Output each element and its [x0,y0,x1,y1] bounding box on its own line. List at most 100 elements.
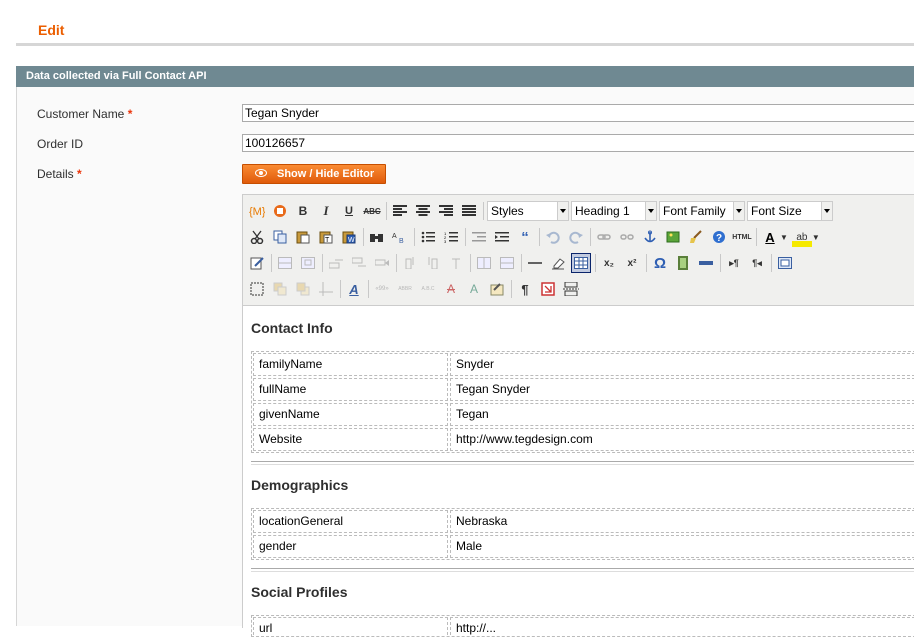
redo-icon[interactable] [566,227,586,247]
align-center-icon[interactable] [413,201,433,221]
delete-row-icon[interactable] [372,253,392,273]
align-right-icon[interactable] [436,201,456,221]
split-cells-icon[interactable] [474,253,494,273]
insert-widget-icon[interactable] [270,201,290,221]
editor-content[interactable]: Contact Info familyName Snyder fullName Te… [243,305,914,637]
toolbar-separator [483,202,484,220]
table-cell: Tegan [450,403,914,426]
background-color-button[interactable]: ab [791,227,812,247]
fieldset-header: Data collected via Full Contact API [16,66,914,87]
blockquote-button[interactable]: “ [515,227,535,247]
toolbar-separator [414,228,415,246]
chevron-down-icon [645,202,656,220]
customer-name-input[interactable] [242,104,914,122]
styles-select[interactable]: Styles [487,201,569,221]
fullscreen-icon[interactable] [775,253,795,273]
insert-col-before-icon[interactable] [400,253,420,273]
unlink-icon[interactable] [617,227,637,247]
undo-icon[interactable] [543,227,563,247]
table-row: gender Male [252,534,914,559]
paste-icon[interactable] [293,227,313,247]
align-left-icon[interactable] [390,201,410,221]
table-row: familyName Snyder [252,352,914,377]
svg-text:{M}: {M} [249,206,265,218]
merge-cells-icon[interactable] [497,253,517,273]
toolbar-separator [322,254,323,272]
social-profiles-table: url http://... [251,615,914,637]
style-props-icon[interactable]: A [344,279,364,299]
media-icon[interactable] [673,253,693,273]
link-icon[interactable] [594,227,614,247]
table-icon[interactable] [571,253,591,273]
paste-text-icon[interactable]: T [316,227,336,247]
outdent-icon[interactable] [469,227,489,247]
rtl-icon[interactable]: ¶◂ [747,253,767,273]
table-cell: Snyder [450,353,914,376]
bullet-list-icon[interactable] [418,227,438,247]
image-icon[interactable] [663,227,683,247]
move-forward-icon[interactable] [270,279,290,299]
chevron-down-icon [733,202,744,220]
format-select[interactable]: Heading 1 [571,201,657,221]
table-cell: fullName [253,378,448,401]
edit-css-icon[interactable] [247,253,267,273]
font-color-button[interactable]: A [760,227,780,247]
bold-button[interactable]: B [293,201,313,221]
visual-chars-button[interactable]: ¶ [515,279,535,299]
find-icon[interactable] [367,227,387,247]
strikethrough-button[interactable]: ABC [362,201,382,221]
chevron-down-icon[interactable]: ▼ [812,233,820,242]
cleanup-icon[interactable] [686,227,706,247]
superscript-button[interactable]: x² [622,253,642,273]
insert-text-icon[interactable]: A [464,279,484,299]
font-size-select[interactable]: Font Size [747,201,833,221]
delete-text-icon[interactable]: A [441,279,461,299]
page-break-icon[interactable] [696,253,716,273]
paste-word-icon[interactable]: W [339,227,359,247]
special-character-button[interactable]: Ω [650,253,670,273]
show-hide-editor-button[interactable]: Show / Hide Editor [242,164,386,184]
subscript-button[interactable]: x₂ [599,253,619,273]
remove-format-icon[interactable] [548,253,568,273]
attributes-icon[interactable] [487,279,507,299]
acronym-icon[interactable]: A.B.C [418,279,438,299]
cell-properties-icon[interactable] [298,253,318,273]
customer-name-label: Customer Name * [37,107,133,121]
toolbar-separator [363,228,364,246]
toolbar-separator [521,254,522,272]
chevron-down-icon[interactable]: ▼ [780,233,788,242]
absolute-position-icon[interactable] [316,279,336,299]
cite-icon[interactable]: «99» [372,279,392,299]
order-id-label: Order ID [37,137,84,151]
underline-button[interactable]: U [339,201,359,221]
html-source-button[interactable]: HTML [732,227,752,247]
help-icon[interactable]: ? [709,227,729,247]
font-family-select[interactable]: Font Family [659,201,745,221]
indent-icon[interactable] [492,227,512,247]
insert-variable-icon[interactable]: {M} [247,201,267,221]
align-justify-icon[interactable] [459,201,479,221]
chevron-down-icon [557,202,568,220]
cut-icon[interactable] [247,227,267,247]
insert-page-break-icon[interactable] [561,279,581,299]
non-breaking-icon[interactable] [538,279,558,299]
contact-info-table: familyName Snyder fullName Tegan Snyder gi… [251,351,914,453]
insert-row-before-icon[interactable] [326,253,346,273]
move-backward-icon[interactable] [293,279,313,299]
toolbar-row-2: T W AB 123 “ ? HTML A ▼ ab ▼ [247,226,820,248]
insert-layer-icon[interactable] [247,279,267,299]
row-properties-icon[interactable] [275,253,295,273]
replace-icon[interactable]: AB [390,227,410,247]
insert-col-after-icon[interactable] [423,253,443,273]
order-id-input[interactable] [242,134,914,152]
delete-col-icon[interactable] [446,253,466,273]
abbr-icon[interactable]: ABBR [395,279,415,299]
anchor-icon[interactable] [640,227,660,247]
insert-row-after-icon[interactable] [349,253,369,273]
numbered-list-icon[interactable]: 123 [441,227,461,247]
copy-icon[interactable] [270,227,290,247]
horizontal-rule-icon[interactable] [525,253,545,273]
ltr-icon[interactable]: ▸¶ [724,253,744,273]
wysiwyg-editor: {M} B I U ABC Styles Heading 1 Font Fami… [242,194,914,637]
italic-button[interactable]: I [316,201,336,221]
